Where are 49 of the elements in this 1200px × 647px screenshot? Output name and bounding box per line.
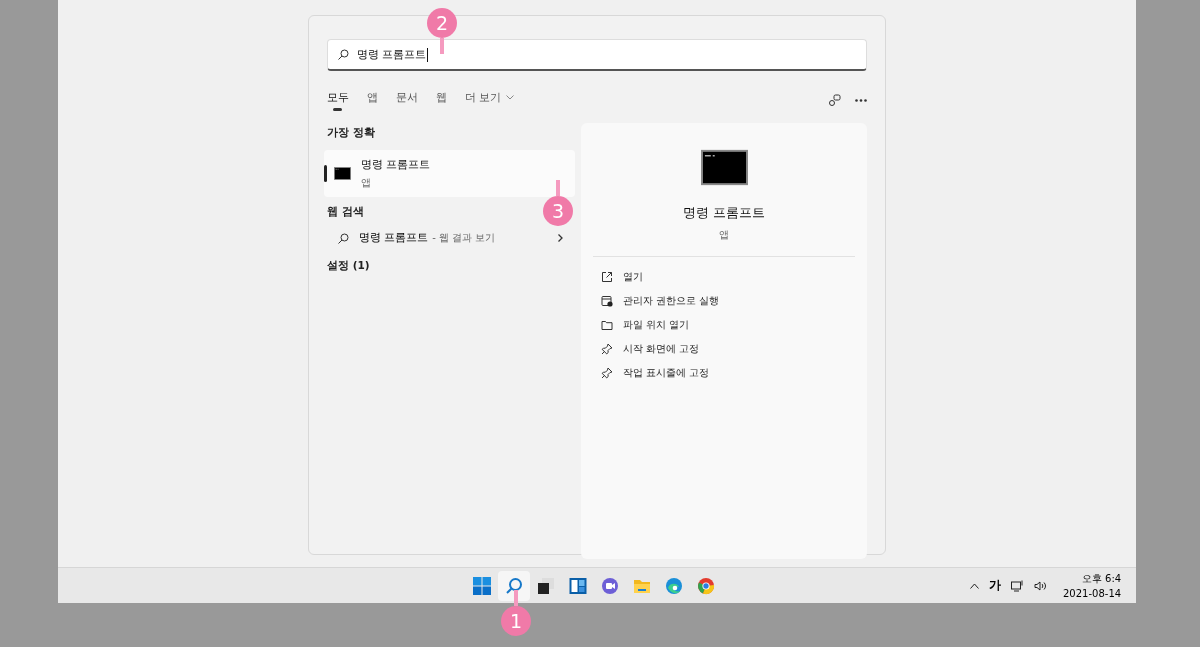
task-view-icon[interactable] [537, 576, 555, 595]
pin-icon [601, 343, 613, 355]
windows-logo-icon[interactable] [473, 576, 491, 595]
filter-tab[interactable]: 앱 [367, 89, 378, 111]
filter-tab[interactable]: 더 보기 [465, 89, 514, 111]
chevron-up-icon[interactable] [970, 582, 979, 589]
web-result-link[interactable]: 명령 프롬프트 [359, 231, 429, 245]
clock-date[interactable]: 2021-08-14 [1063, 588, 1122, 599]
section-heading: 웹 검색 [327, 205, 364, 219]
section-heading: 설정 (1) [327, 259, 370, 273]
more-icon[interactable] [855, 98, 867, 102]
result-subtitle: 앱 [361, 176, 372, 190]
action-item[interactable]: 시작 화면에 고정 [601, 337, 855, 361]
terminal-icon [334, 167, 351, 180]
clock-time[interactable]: 오후 6:4 [1081, 572, 1122, 586]
result-title: 명령 프롬프트 [361, 157, 431, 172]
action-item[interactable]: 작업 표시줄에 고정 [601, 361, 855, 385]
monitor-icon[interactable] [1011, 579, 1024, 592]
action-item[interactable]: 파일 위치 열기 [601, 313, 855, 337]
chevron-down-icon [505, 94, 514, 100]
search-icon [338, 232, 349, 244]
speaker-icon[interactable] [1034, 580, 1047, 591]
pin-icon [601, 367, 613, 379]
action-item[interactable]: 관리자 권한으로 실행 [601, 289, 855, 313]
share-people-icon[interactable] [828, 93, 841, 107]
video-chat-icon[interactable] [601, 576, 619, 595]
input-method-indicator[interactable]: 가 [989, 577, 1001, 594]
terminal-icon [700, 149, 748, 186]
search-text: 명령 프롬프트 [357, 47, 427, 62]
filter-tab[interactable]: 웹 [436, 89, 447, 111]
widgets-icon[interactable] [569, 576, 587, 595]
search-icon[interactable] [505, 576, 523, 595]
step-number: 1 [501, 606, 531, 636]
chevron-right-icon[interactable] [558, 234, 563, 242]
external-link-icon [601, 271, 613, 283]
step-number: 2 [427, 8, 457, 38]
web-result-hint: - 웹 결과 보기 [432, 231, 496, 245]
browser-wave-icon[interactable] [665, 576, 683, 595]
filter-tab[interactable]: 문서 [396, 89, 418, 111]
search-icon [338, 49, 349, 60]
action-item[interactable]: 열기 [601, 265, 855, 289]
folder-icon [601, 319, 613, 331]
browser-circle-icon[interactable] [697, 576, 715, 595]
detail-subtitle: 앱 [719, 228, 729, 242]
section-heading: 가장 정확 [327, 126, 375, 140]
filter-tab[interactable]: 모두 [327, 89, 349, 111]
search-field[interactable]: 명령 프롬프트 [327, 39, 867, 71]
detail-title: 명령 프롬프트 [682, 204, 766, 222]
result-item[interactable]: 명령 프롬프트 앱 [324, 150, 575, 197]
